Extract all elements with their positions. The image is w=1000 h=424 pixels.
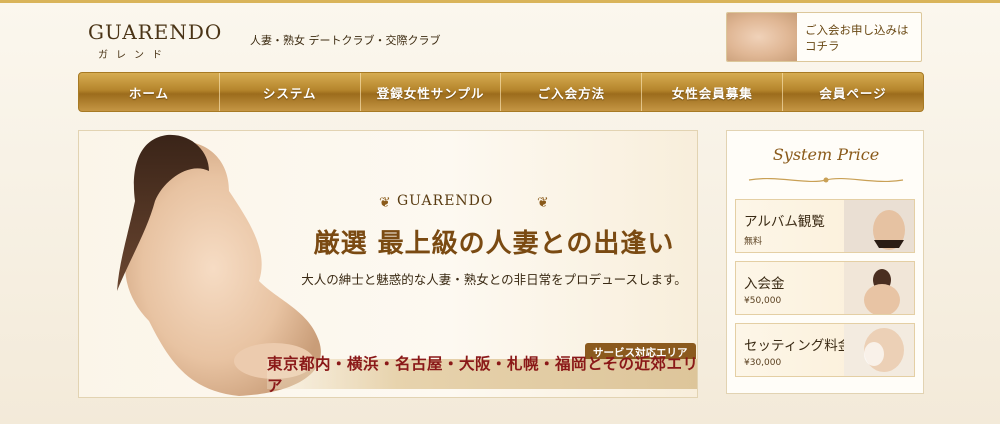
ornament-left-icon: ❦ bbox=[379, 195, 391, 211]
price-card-photo bbox=[844, 324, 914, 376]
price-card-photo bbox=[844, 200, 914, 252]
apply-line-2: コチラ bbox=[805, 39, 840, 53]
nav-item-member-page[interactable]: 会員ページ bbox=[783, 73, 923, 111]
price-card-setting-fee[interactable]: セッティング料金 ¥30,000 bbox=[735, 323, 915, 377]
price-card-photo bbox=[844, 262, 914, 314]
site-tagline: 人妻・熟女 デートクラブ・交際クラブ bbox=[250, 34, 441, 47]
nav-item-system[interactable]: システム bbox=[220, 73, 361, 111]
site-logo[interactable]: GUARENDO ガレンド bbox=[88, 20, 223, 61]
ornament-right-icon: ❦ bbox=[537, 195, 549, 211]
nav-item-home[interactable]: ホーム bbox=[79, 73, 220, 111]
hero-brand: GUARENDO bbox=[397, 193, 494, 209]
price-card-title: セッティング料金 bbox=[744, 338, 852, 354]
price-card-admission[interactable]: 入会金 ¥50,000 bbox=[735, 261, 915, 315]
apply-banner[interactable]: ご入会お申し込みは コチラ bbox=[726, 12, 922, 62]
hero-headline: 厳選 最上級の人妻との出逢い bbox=[313, 229, 675, 259]
apply-banner-photo bbox=[727, 13, 797, 61]
price-card-value: ¥30,000 bbox=[744, 358, 782, 368]
system-price-panel: System Price アルバム観覧 無料 入会金 ¥50,000 セッティン… bbox=[726, 130, 924, 394]
nav-item-female-recruit[interactable]: 女性会員募集 bbox=[642, 73, 784, 111]
top-accent-line bbox=[0, 0, 1000, 3]
main-nav: ホーム システム 登録女性サンプル ご入会方法 女性会員募集 会員ページ bbox=[78, 72, 924, 112]
logo-kana: ガレンド bbox=[98, 50, 170, 61]
price-card-album[interactable]: アルバム観覧 無料 bbox=[735, 199, 915, 253]
price-card-title: アルバム観覧 bbox=[744, 214, 825, 230]
hero-subtitle: 大人の紳士と魅惑的な人妻・熟女との非日常をプロデュースします。 bbox=[301, 272, 687, 287]
apply-banner-text: ご入会お申し込みは コチラ bbox=[805, 22, 909, 54]
price-card-value: ¥50,000 bbox=[744, 296, 782, 306]
price-card-value: 無料 bbox=[744, 237, 763, 247]
hero-banner: ❦ GUARENDO ❦ 厳選 最上級の人妻との出逢い 大人の紳士と魅惑的な人妻… bbox=[78, 130, 698, 398]
apply-line-1: ご入会お申し込みは bbox=[805, 23, 909, 37]
nav-item-join-method[interactable]: ご入会方法 bbox=[501, 73, 643, 111]
price-card-title: 入会金 bbox=[744, 276, 785, 292]
price-ornament-icon bbox=[748, 177, 904, 183]
service-area-text: 東京都内・横浜・名古屋・大阪・札幌・福岡とその近郊エリア bbox=[267, 354, 698, 395]
price-panel-title: System Price bbox=[772, 145, 880, 164]
logo-wordmark: GUARENDO bbox=[88, 20, 223, 44]
nav-item-samples[interactable]: 登録女性サンプル bbox=[361, 73, 502, 111]
service-area-bar: 東京都内・横浜・名古屋・大阪・札幌・福岡とその近郊エリア bbox=[267, 354, 697, 395]
